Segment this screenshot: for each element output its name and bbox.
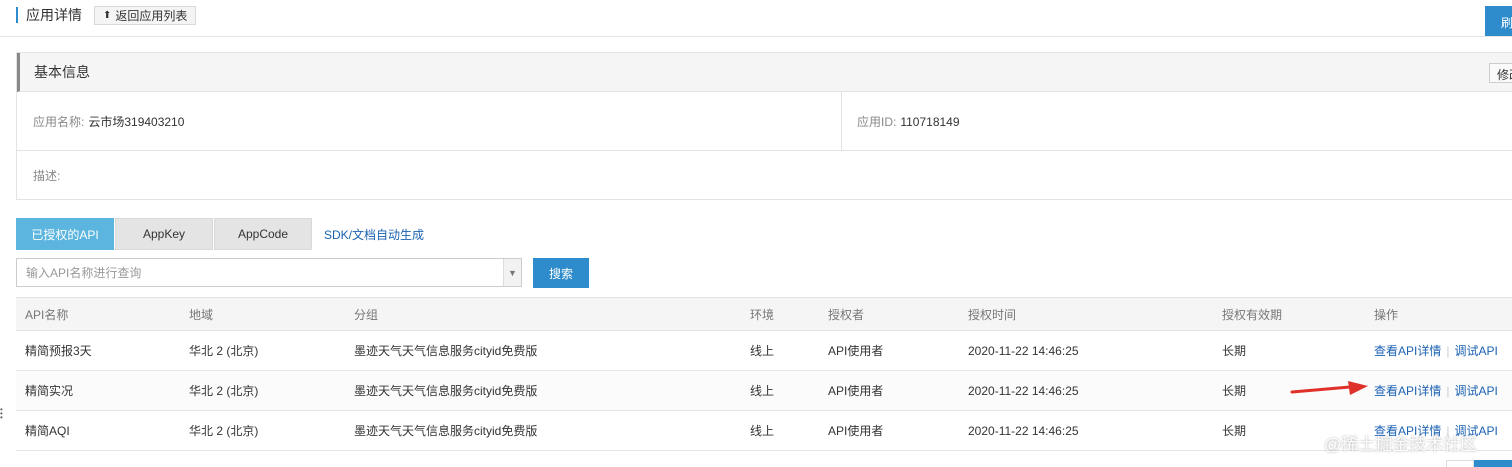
basic-info-panel: 基本信息 修改 应用名称: 云市场319403210 应用ID: 1107181… [16,52,1512,200]
env-cell: 线上 [741,410,819,451]
basic-info-row: 应用名称: 云市场319403210 应用ID: 110718149 [17,92,1512,151]
table-header-row: API名称 地域 分组 环境 授权者 授权时间 授权有效期 操作 [16,297,1512,331]
pagination-page-box[interactable] [1446,460,1474,467]
actions-cell: 查看API详情 | 调试API [1365,370,1512,411]
region-cell: 华北 2 (北京) [180,370,345,411]
drag-handle-icon: • • • [0,405,3,422]
cell-divider [841,92,842,151]
description-row: 描述: [17,151,1512,199]
search-button[interactable]: 搜索 [533,258,589,288]
time-cell: 2020-11-22 14:46:25 [959,410,1213,451]
table-row: 精简实况 华北 2 (北京) 墨迹天气天气信息服务cityid免费版 线上 AP… [16,370,1512,411]
header-divider [0,36,1512,37]
column-header-api-name: API名称 [16,297,180,331]
api-search-input[interactable] [17,259,503,286]
watermark: @稀土掘金技术社区 [1324,435,1478,454]
sdk-doc-link[interactable]: SDK/文档自动生成 [324,226,424,243]
chevron-down-icon[interactable]: ▼ [503,259,521,286]
grantor-cell: API使用者 [819,410,959,451]
view-api-detail-link[interactable]: 查看API详情 [1374,384,1441,398]
region-cell: 华北 2 (北京) [180,330,345,371]
arrow-up-icon: ⬆ [103,9,112,21]
description-label: 描述: [33,168,61,183]
column-header-actions: 操作 [1365,297,1512,331]
annotation-arrow-icon [1290,381,1368,395]
table-row: 精简AQI 华北 2 (北京) 墨迹天气天气信息服务cityid免费版 线上 A… [16,410,1512,451]
column-header-time: 授权时间 [959,297,1213,331]
action-separator: | [1446,344,1450,358]
region-cell: 华北 2 (北京) [180,410,345,451]
debug-api-link[interactable]: 调试API [1454,384,1497,398]
basic-info-header: 基本信息 [17,53,1512,92]
back-to-app-list-button[interactable]: ⬆ 返回应用列表 [94,5,197,25]
title-accent-bar [16,7,18,23]
app-name-cell: 应用名称: 云市场319403210 [33,92,184,151]
group-cell: 墨迹天气天气信息服务cityid免费版 [345,330,741,371]
app-id-cell: 应用ID: 110718149 [857,92,960,151]
debug-api-link[interactable]: 调试API [1454,344,1497,358]
actions-cell: 查看API详情 | 调试API [1365,330,1512,371]
back-button-label: 返回应用列表 [115,8,188,23]
app-name-label: 应用名称: [33,115,85,129]
env-cell: 线上 [741,330,819,371]
grantor-cell: API使用者 [819,370,959,411]
basic-info-title: 基本信息 [34,64,90,80]
authorized-api-table: API名称 地域 分组 环境 授权者 授权时间 授权有效期 操作 精简预报3天 … [16,297,1512,451]
group-cell: 墨迹天气天气信息服务cityid免费版 [345,370,741,411]
api-name-cell: 精简预报3天 [16,330,180,371]
tab-appcode[interactable]: AppCode [214,218,312,250]
time-cell: 2020-11-22 14:46:25 [959,330,1213,371]
api-name-cell: 精简AQI [16,410,180,451]
table-row: 精简预报3天 华北 2 (北京) 墨迹天气天气信息服务cityid免费版 线上 … [16,330,1512,371]
edit-button[interactable]: 修改 [1489,63,1512,83]
column-header-validity: 授权有效期 [1213,297,1365,331]
column-header-group: 分组 [345,297,741,331]
refresh-button[interactable]: 刷 [1485,6,1512,36]
tab-authorized-api[interactable]: 已授权的API [16,218,114,250]
page-title: 应用详情 [26,7,82,23]
column-header-grantor: 授权者 [819,297,959,331]
api-name-cell: 精简实况 [16,370,180,411]
api-tabs: 已授权的API AppKey AppCode SDK/文档自动生成 [16,218,424,250]
column-header-env: 环境 [741,297,819,331]
group-cell: 墨迹天气天气信息服务cityid免费版 [345,410,741,451]
action-separator: | [1446,384,1450,398]
time-cell: 2020-11-22 14:46:25 [959,370,1213,411]
env-cell: 线上 [741,370,819,411]
api-search-box: ▼ [16,258,522,287]
grantor-cell: API使用者 [819,330,959,371]
tab-appkey[interactable]: AppKey [115,218,213,250]
app-name-value: 云市场319403210 [88,115,185,129]
app-id-label: 应用ID: [857,115,897,129]
column-header-region: 地域 [180,297,345,331]
pagination-active-page[interactable] [1474,460,1512,467]
validity-cell: 长期 [1213,330,1365,371]
app-id-value: 110718149 [900,114,960,129]
page-header: 应用详情 ⬆ 返回应用列表 [16,5,197,25]
view-api-detail-link[interactable]: 查看API详情 [1374,344,1441,358]
